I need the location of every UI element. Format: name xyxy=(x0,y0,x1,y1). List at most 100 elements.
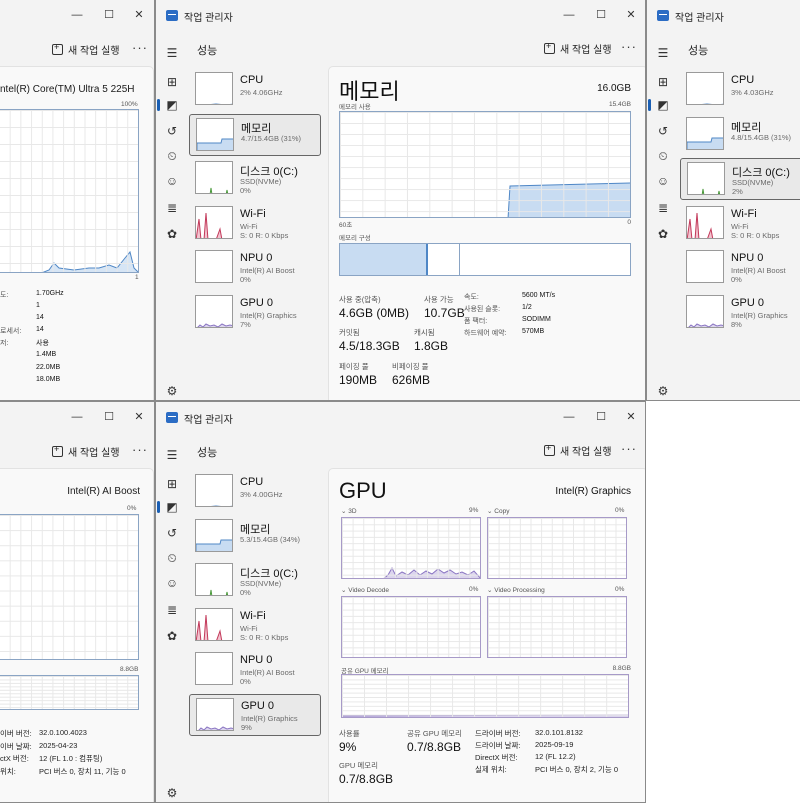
device-item-[interactable]: 메모리 4.8/15.4GB (31%) xyxy=(680,114,800,156)
users-icon[interactable]: ☺ xyxy=(656,174,670,188)
cpu-stat-value: 22.0MB xyxy=(36,364,61,371)
paged-pool-label: 페이징 풀 xyxy=(339,362,369,371)
device-item-npu-0[interactable]: NPU 0 Intel(R) AI Boost 0% xyxy=(189,649,321,691)
device-item-[interactable]: 메모리 5.3/15.4GB (34%) xyxy=(189,516,321,558)
maximize-button[interactable]: ☐ xyxy=(94,2,124,28)
new-task-button[interactable]: 새 작업 실행 xyxy=(544,443,612,458)
device-item-[interactable]: 메모리 4.7/15.4GB (31%) xyxy=(189,113,321,156)
device-item-gpu-0[interactable]: GPU 0 Intel(R) Graphics 8% xyxy=(680,292,800,334)
maximize-button[interactable]: ☐ xyxy=(586,404,616,430)
gpu-engine-graph xyxy=(487,517,627,579)
device-thumbnail-graph xyxy=(195,518,233,552)
device-item-npu-0[interactable]: NPU 0 Intel(R) AI Boost 0% xyxy=(189,247,321,289)
settings-icon[interactable]: ⚙ xyxy=(165,786,179,800)
available-value: 10.7GB xyxy=(424,306,465,320)
device-item-0-c[interactable]: 디스크 0(C:) SSD(NVMe) 0% xyxy=(189,560,321,602)
cpu-usage-graph xyxy=(0,109,139,273)
performance-icon[interactable]: ◩ xyxy=(157,98,179,112)
details-icon[interactable]: ≣ xyxy=(165,603,179,617)
app-history-icon[interactable]: ↺ xyxy=(165,124,179,138)
gpu-engine-label[interactable]: ⌄ Video Decode xyxy=(341,586,389,594)
services-icon[interactable]: ✿ xyxy=(165,629,179,643)
gpu-device-name: Intel(R) Graphics xyxy=(555,486,631,497)
more-button[interactable]: ··· xyxy=(621,39,637,54)
gpu-engine-label[interactable]: ⌄ Copy xyxy=(487,507,509,515)
startup-apps-icon[interactable]: ⏲ xyxy=(165,149,179,163)
close-button[interactable]: ✕ xyxy=(124,404,154,430)
device-item-cpu[interactable]: CPU 2% 4.06GHz xyxy=(189,69,321,111)
device-detail: SSD(NVMe) xyxy=(240,177,282,186)
gpu-engine-label[interactable]: ⌄ 3D xyxy=(341,507,357,515)
close-button[interactable]: ✕ xyxy=(124,2,154,28)
nav-rail: ☰ ⊞ ◩ ↺ ⏲ ☺ ≣ ✿ ⚙ xyxy=(156,434,188,802)
close-button[interactable]: ✕ xyxy=(616,404,645,430)
processes-icon[interactable]: ⊞ xyxy=(165,75,179,89)
device-item-gpu-0[interactable]: GPU 0 Intel(R) Graphics 7% xyxy=(189,292,321,334)
cpu-stat-label: 도: xyxy=(0,292,9,299)
processes-icon[interactable]: ⊞ xyxy=(656,75,670,89)
details-icon[interactable]: ≣ xyxy=(165,201,179,215)
gpu-engine-label[interactable]: ⌄ Video Processing xyxy=(487,586,545,594)
more-button[interactable]: ··· xyxy=(132,40,148,55)
settings-icon[interactable]: ⚙ xyxy=(656,384,670,398)
device-thumbnail-graph xyxy=(195,294,233,328)
device-item-cpu[interactable]: CPU 3% 4.00GHz xyxy=(189,471,321,513)
maximize-button[interactable]: ☐ xyxy=(94,404,124,430)
memory-composition-label: 메모리 구성 xyxy=(339,235,371,242)
startup-apps-icon[interactable]: ⏲ xyxy=(165,551,179,565)
more-button[interactable]: ··· xyxy=(621,441,637,456)
users-icon[interactable]: ☺ xyxy=(165,174,179,188)
title-bar[interactable]: 작업 관리자 — ☐ ✕ xyxy=(156,0,645,32)
gpu-engine-pct: 0% xyxy=(469,586,479,593)
device-thumbnail-graph xyxy=(195,205,233,239)
services-icon[interactable]: ✿ xyxy=(656,227,670,241)
npu-graph-pct: 0% xyxy=(127,505,137,512)
settings-icon[interactable]: ⚙ xyxy=(165,384,179,398)
shared-memory-graph xyxy=(341,674,629,718)
new-task-button[interactable]: 새 작업 실행 xyxy=(52,444,120,459)
task-manager-icon xyxy=(166,10,178,21)
device-item-gpu-0[interactable]: GPU 0 Intel(R) Graphics 9% xyxy=(189,693,321,736)
device-item-npu-0[interactable]: NPU 0 Intel(R) AI Boost 0% xyxy=(680,247,800,289)
minimize-button[interactable]: — xyxy=(62,2,92,28)
gpu-engine-pct: 0% xyxy=(615,586,625,593)
minimize-button[interactable]: — xyxy=(554,404,584,430)
device-item-wi-fi[interactable]: Wi-Fi Wi-Fi S: 0 R: 0 Kbps xyxy=(189,605,321,647)
device-name: NPU 0 xyxy=(240,654,273,666)
npu-window: — ☐ ✕ 새 작업 실행 ··· Intel(R) AI Boost 0% 8… xyxy=(0,401,155,803)
available-label: 사용 가능 xyxy=(424,295,454,304)
performance-icon[interactable]: ◩ xyxy=(157,500,179,514)
title-bar[interactable]: 작업 관리자 xyxy=(647,0,800,32)
in-use-label: 사용 중(압축) xyxy=(339,295,381,304)
cpu-stat-value: 14 xyxy=(36,314,44,321)
more-button[interactable]: ··· xyxy=(132,442,148,457)
device-item-wi-fi[interactable]: Wi-Fi Wi-Fi S: 0 R: 0 Kbps xyxy=(189,203,321,245)
device-item-0-c[interactable]: 디스크 0(C:) SSD(NVMe) 2% xyxy=(680,158,800,200)
device-usage: 9% xyxy=(241,722,252,732)
gpu-property-label: 실제 위치: xyxy=(475,765,507,774)
new-task-button[interactable]: 새 작업 실행 xyxy=(544,41,612,56)
services-icon[interactable]: ✿ xyxy=(165,227,179,241)
minimize-button[interactable]: — xyxy=(62,404,92,430)
startup-apps-icon[interactable]: ⏲ xyxy=(656,149,670,163)
device-item-0-c[interactable]: 디스크 0(C:) SSD(NVMe) 0% xyxy=(189,158,321,200)
users-icon[interactable]: ☺ xyxy=(165,576,179,590)
device-name: Wi-Fi xyxy=(240,609,266,622)
processes-icon[interactable]: ⊞ xyxy=(165,477,179,491)
details-icon[interactable]: ≣ xyxy=(656,201,670,215)
title-bar[interactable]: 작업 관리자 — ☐ ✕ xyxy=(156,402,645,434)
device-detail: Wi-Fi xyxy=(731,221,749,231)
app-history-icon[interactable]: ↺ xyxy=(656,124,670,138)
device-item-wi-fi[interactable]: Wi-Fi Wi-Fi S: 0 R: 0 Kbps xyxy=(680,203,800,245)
close-button[interactable]: ✕ xyxy=(616,2,645,28)
cached-label: 캐시됨 xyxy=(414,328,435,337)
performance-icon[interactable]: ◩ xyxy=(648,98,670,112)
minimize-button[interactable]: — xyxy=(554,2,584,28)
app-history-icon[interactable]: ↺ xyxy=(165,526,179,540)
device-usage: 2% xyxy=(732,187,743,196)
memory-property-value: SODIMM xyxy=(522,316,551,323)
maximize-button[interactable]: ☐ xyxy=(586,2,616,28)
device-item-cpu[interactable]: CPU 3% 4.03GHz xyxy=(680,69,800,111)
memory-usage-graph xyxy=(339,111,631,218)
new-task-button[interactable]: 새 작업 실행 xyxy=(52,42,120,57)
